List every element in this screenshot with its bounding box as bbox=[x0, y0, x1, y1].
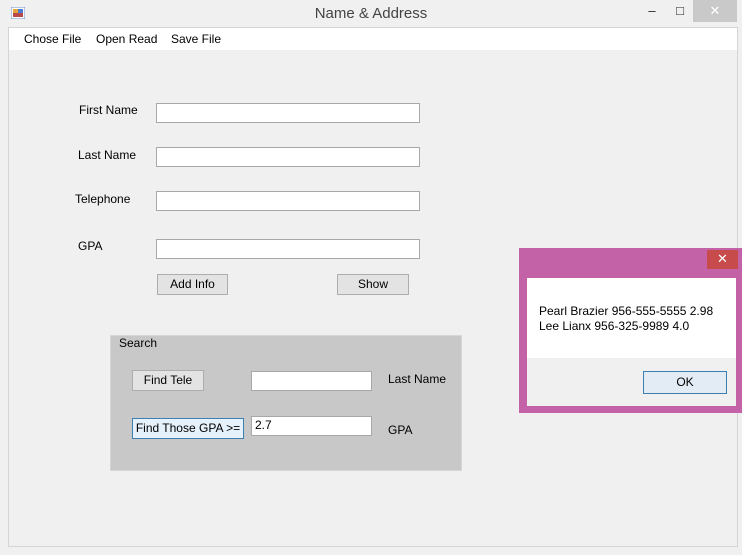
telephone-label: Telephone bbox=[75, 192, 131, 206]
menu-item-chose-file[interactable]: Chose File bbox=[24, 32, 81, 46]
menu-bar: Chose File Open Read Save File bbox=[9, 28, 737, 50]
message-line: Pearl Brazier 956-555-5555 2.98 bbox=[539, 304, 714, 318]
window-title: Name & Address bbox=[314, 5, 428, 22]
last-name-result-label: Last Name bbox=[388, 372, 447, 386]
first-name-label: First Name bbox=[79, 103, 138, 117]
gpa-result-label: GPA bbox=[388, 423, 413, 437]
menu-item-save-file[interactable]: Save File bbox=[171, 32, 221, 46]
add-info-button[interactable]: Add Info bbox=[157, 274, 228, 295]
gpa-search-field[interactable]: 2.7 bbox=[251, 416, 372, 436]
show-button[interactable]: Show bbox=[337, 274, 409, 295]
menu-item-open-read[interactable]: Open Read bbox=[96, 32, 157, 46]
last-name-label: Last Name bbox=[78, 148, 137, 162]
search-group bbox=[110, 335, 462, 471]
ok-button[interactable]: OK bbox=[643, 371, 727, 394]
title-bar: Name & Address – □ ✕ bbox=[0, 0, 742, 27]
message-box-body: Pearl Brazier 956-555-5555 2.98 Lee Lian… bbox=[527, 278, 736, 358]
telephone-field[interactable] bbox=[156, 191, 420, 211]
message-box-close-button[interactable]: ✕ bbox=[707, 250, 738, 269]
maximize-button[interactable]: □ bbox=[664, 0, 696, 22]
close-button[interactable]: ✕ bbox=[693, 0, 737, 22]
first-name-field[interactable] bbox=[156, 103, 420, 123]
message-line: Lee Lianx 956-325-9989 4.0 bbox=[539, 319, 690, 333]
gpa-label: GPA bbox=[78, 239, 103, 253]
tele-search-field[interactable] bbox=[251, 371, 372, 391]
search-group-label: Search bbox=[119, 336, 158, 350]
find-gpa-button[interactable]: Find Those GPA >= bbox=[132, 418, 244, 439]
gpa-field[interactable] bbox=[156, 239, 420, 259]
last-name-field[interactable] bbox=[156, 147, 420, 167]
find-tele-button[interactable]: Find Tele bbox=[132, 370, 204, 391]
